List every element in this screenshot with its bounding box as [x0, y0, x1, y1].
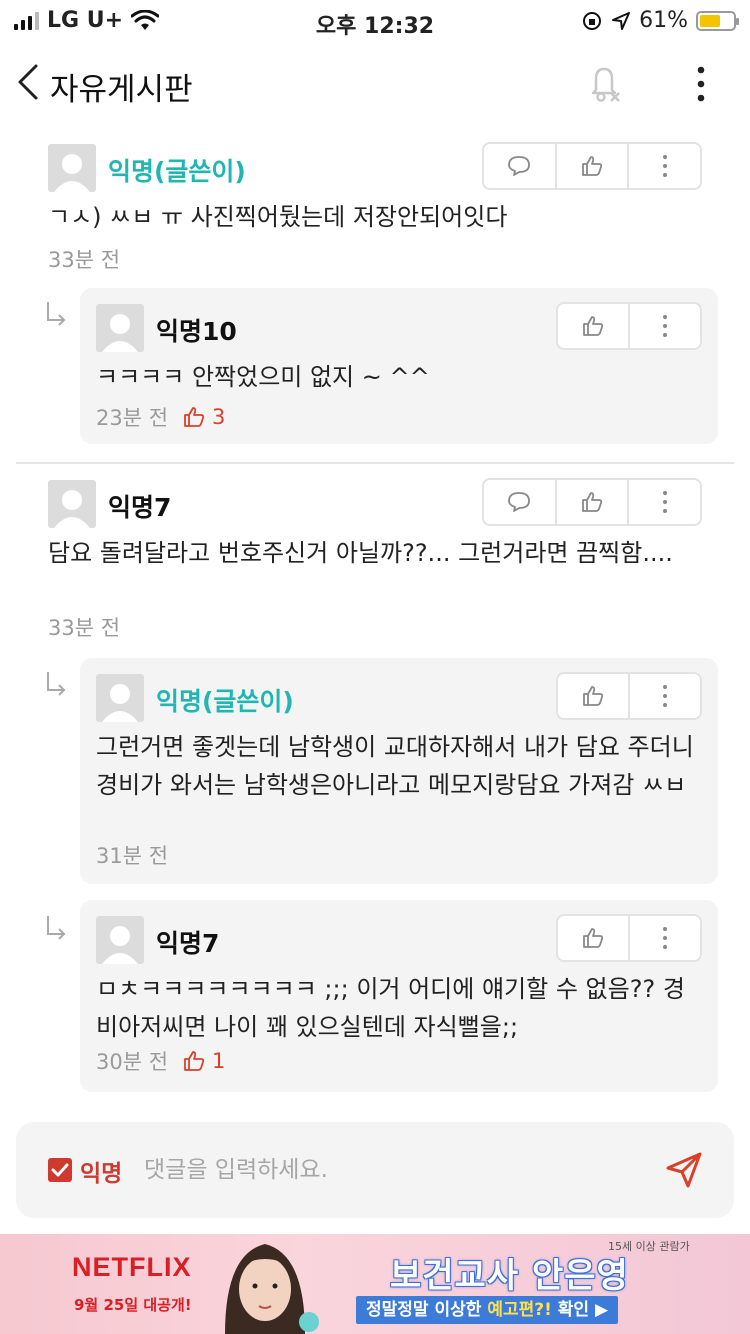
avatar: [48, 144, 96, 192]
speech-bubble-icon: [508, 156, 531, 176]
speech-bubble-icon: [508, 492, 531, 512]
thumbs-up-icon: [582, 156, 603, 176]
more-vertical-icon: [662, 155, 667, 177]
thumbs-up-icon: [184, 407, 205, 427]
comment-actions: [482, 142, 702, 190]
ad-brand: NETFLIX: [72, 1252, 192, 1282]
ad-banner[interactable]: NETFLIX 9월 25일 대공개! 15세 이상 관람가 보건교사 안은영 …: [0, 1234, 750, 1334]
ad-cta-prefix: 정말정말 이상한: [366, 1300, 488, 1320]
comment-actions: [556, 302, 702, 350]
avatar: [96, 674, 144, 722]
back-icon[interactable]: [14, 62, 44, 102]
thumbs-up-icon: [583, 928, 604, 948]
divider: [16, 462, 734, 464]
comment-meta: 31분 전: [96, 840, 168, 870]
comment-time: 30분 전: [96, 1050, 169, 1074]
location-icon: [612, 11, 631, 30]
reply-button[interactable]: [484, 144, 555, 188]
comment-meta: 30분 전 1: [96, 1046, 225, 1076]
like-button[interactable]: [554, 144, 628, 188]
comment-text: 그런거면 좋겟는데 남학생이 교대하자해서 내가 담요 주더니 경비가 와서는 …: [96, 733, 694, 799]
more-vertical-icon: [663, 927, 667, 949]
comment-author: 익명(글쓴이): [156, 687, 294, 716]
avatar: [96, 304, 144, 352]
anonymous-checkbox[interactable]: [48, 1158, 72, 1182]
avatar: [96, 916, 144, 964]
comment-more-button[interactable]: [628, 304, 700, 348]
comment-author: 익명10: [156, 317, 237, 346]
thumbs-up-icon: [583, 316, 604, 336]
ad-portrait-image: [225, 1244, 319, 1334]
more-vertical-icon: [662, 491, 667, 513]
comment-time: 33분 전: [48, 248, 121, 272]
comment-text: ㅋㅋㅋㅋ 안짝었으미 없지 ~ ^^: [96, 363, 430, 391]
comment-text: ㅁㅊㅋㅋㅋㅋㅋㅋㅋㅋ ;;; 이거 어디에 얘기할 수 없음?? 경비아저씨면 …: [96, 975, 685, 1041]
like-button[interactable]: [558, 674, 628, 718]
reply-card: 익명10 ㅋㅋㅋㅋ 안짝었으미 없지 ~ ^^ 23분 전 3: [80, 288, 718, 444]
checkmark-icon: [51, 1163, 69, 1177]
comment-more-button[interactable]: [627, 144, 700, 188]
comment-author: 익명7: [108, 493, 172, 522]
comment-input-bar: 익명: [16, 1122, 734, 1218]
comment-more-button[interactable]: [628, 674, 700, 718]
orientation-lock-icon: [583, 11, 602, 30]
comment-text: 담요 돌려달라고 번호주신거 아닐까??... 그런거라면 끔찍함....: [48, 539, 673, 567]
comment-actions: [556, 914, 702, 962]
reply-card: 익명7 ㅁㅊㅋㅋㅋㅋㅋㅋㅋㅋ ;;; 이거 어디에 얘기할 수 없음?? 경비아…: [80, 900, 718, 1092]
comment-meta: 33분 전: [48, 244, 120, 274]
reply-button[interactable]: [484, 480, 555, 524]
status-bar: LG U+ 오후 12:32 61%: [0, 0, 750, 42]
avatar: [48, 480, 96, 528]
comment-time: 23분 전: [96, 406, 169, 430]
comment-actions: [556, 672, 702, 720]
page-title: 자유게시판: [50, 72, 193, 108]
comment-author: 익명(글쓴이): [108, 157, 246, 186]
ad-cta-suffix: 확인 ▶: [551, 1300, 609, 1320]
comment-more-button[interactable]: [628, 916, 700, 960]
like-count: 3: [182, 405, 225, 429]
reply-arrow-icon: [47, 302, 66, 326]
ad-date: 9월 25일 대공개!: [74, 1296, 192, 1314]
thumbs-up-icon: [184, 1051, 205, 1071]
send-icon[interactable]: [662, 1148, 706, 1192]
battery-icon: [696, 10, 739, 31]
comment-time: 31분 전: [96, 844, 169, 868]
like-button[interactable]: [558, 916, 628, 960]
comment-text: ㄱㅅ) ㅆㅂ ㅠ 사진찍어뒀는데 저장안되어잇다: [48, 203, 508, 231]
comment-time: 33분 전: [48, 616, 121, 640]
more-menu-icon[interactable]: [686, 64, 716, 104]
like-button[interactable]: [558, 304, 628, 348]
bell-off-icon[interactable]: [584, 62, 624, 104]
ad-title: 보건교사 안은영: [390, 1256, 629, 1296]
comment-input[interactable]: [144, 1150, 644, 1190]
battery-percent: 61%: [639, 8, 688, 33]
reply-arrow-icon: [47, 916, 66, 940]
more-vertical-icon: [663, 315, 667, 337]
comment-meta: 23분 전 3: [96, 402, 225, 432]
header: 자유게시판: [0, 48, 750, 118]
ad-cta-highlight: 예고편?!: [487, 1300, 552, 1320]
more-vertical-icon: [663, 685, 667, 707]
like-count-value: 3: [212, 405, 226, 429]
reply-card: 익명(글쓴이) 그런거면 좋겟는데 남학생이 교대하자해서 내가 담요 주더니 …: [80, 658, 718, 884]
comment-actions: [482, 478, 702, 526]
comment-more-button[interactable]: [627, 480, 700, 524]
like-count: 1: [182, 1049, 225, 1073]
thumbs-up-icon: [582, 492, 603, 512]
like-button[interactable]: [554, 480, 628, 524]
status-right: 61%: [581, 8, 739, 33]
comment-author: 익명7: [156, 929, 220, 958]
like-count-value: 1: [212, 1049, 226, 1073]
ad-cta[interactable]: 정말정말 이상한 예고편?! 확인 ▶: [356, 1296, 619, 1324]
thumbs-up-icon: [583, 686, 604, 706]
comment-meta: 33분 전: [48, 612, 120, 642]
reply-arrow-icon: [47, 672, 66, 696]
anonymous-label[interactable]: 익명: [80, 1154, 122, 1188]
